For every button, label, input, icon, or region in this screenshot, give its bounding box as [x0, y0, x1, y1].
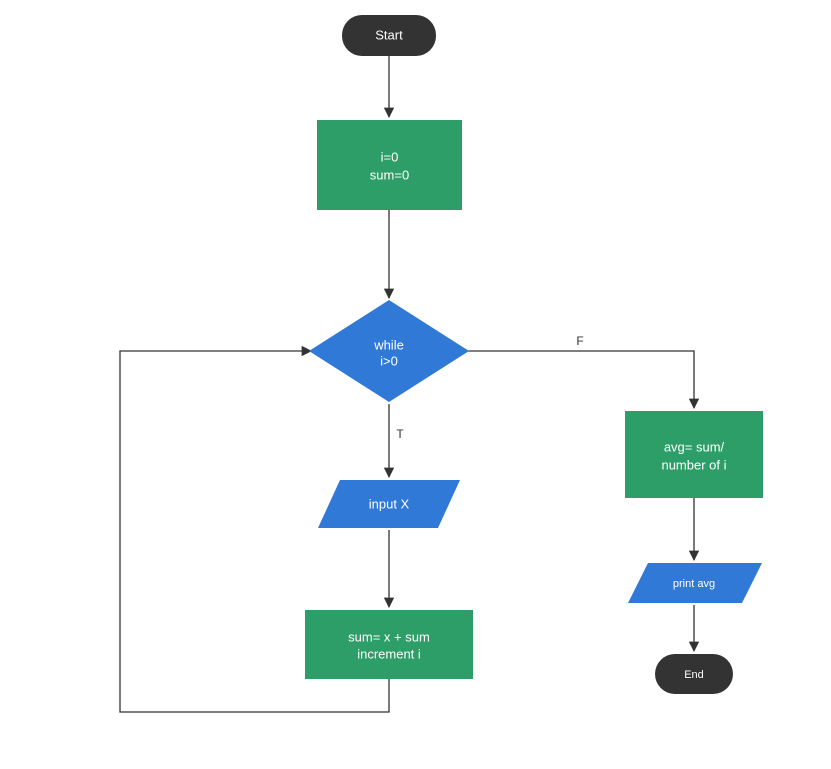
node-printavg-label: print avg	[673, 578, 715, 590]
edge-label-false: F	[576, 334, 583, 348]
node-decision: while i>0	[309, 300, 469, 402]
edge-decision-avgblock	[467, 351, 694, 408]
node-init: i=0 sum=0	[317, 120, 462, 210]
node-decision-line2: i>0	[380, 353, 398, 368]
node-sumblock-line1: sum= x + sum	[348, 629, 430, 644]
edge-label-true: T	[396, 427, 404, 441]
node-sumblock-line2: increment i	[357, 646, 421, 661]
node-printavg: print avg	[628, 563, 762, 603]
node-start-label: Start	[375, 27, 403, 42]
node-start: Start	[342, 15, 436, 56]
node-inputx-label: input X	[369, 496, 410, 511]
node-end: End	[655, 654, 733, 694]
node-init-line2: sum=0	[370, 167, 409, 182]
node-sumblock: sum= x + sum increment i	[305, 610, 473, 679]
node-avgblock: avg= sum/ number of i	[625, 411, 763, 498]
node-avgblock-line1: avg= sum/	[664, 439, 725, 454]
node-avgblock-line2: number of i	[661, 457, 726, 472]
flowchart-canvas: T F Start i=0 sum=0 while i>0 input X su…	[0, 0, 831, 769]
node-end-label: End	[684, 669, 704, 681]
node-inputx: input X	[318, 480, 460, 528]
node-init-line1: i=0	[381, 149, 399, 164]
node-decision-line1: while	[373, 337, 404, 352]
